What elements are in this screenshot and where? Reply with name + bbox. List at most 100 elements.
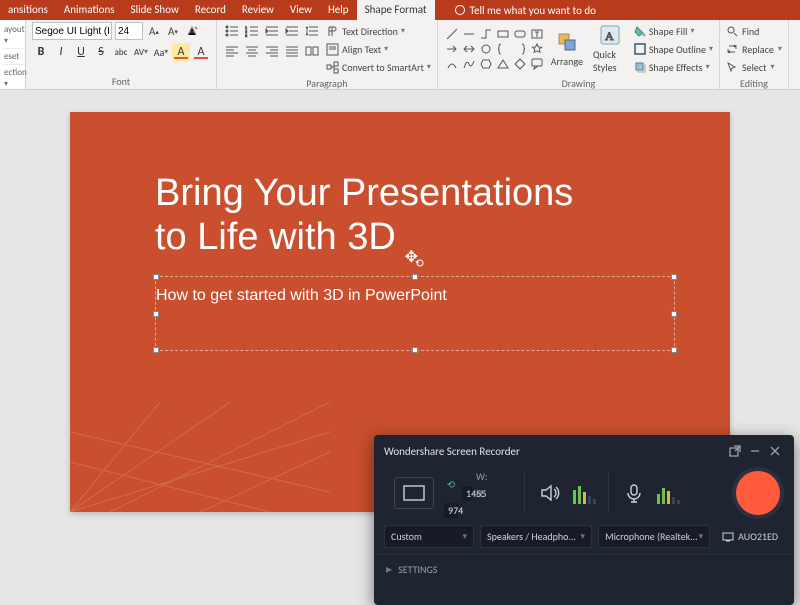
h-label: H: (476, 487, 512, 500)
find-button[interactable]: Find (726, 22, 782, 40)
tab-review[interactable]: Review (234, 0, 282, 20)
underline-button[interactable]: U (72, 43, 90, 61)
decrease-font-icon[interactable]: A▾ (165, 22, 181, 40)
bullets-button[interactable] (223, 22, 241, 40)
record-button[interactable] (736, 471, 780, 515)
reset-item[interactable]: eset (2, 49, 25, 65)
recorder-titlebar[interactable]: Wondershare Screen Recorder (374, 435, 794, 467)
resize-handle-mr[interactable] (671, 311, 677, 317)
shape-textbox-icon[interactable] (529, 27, 545, 41)
change-case-button[interactable]: Aa▾ (152, 43, 170, 61)
svg-text:3: 3 (245, 34, 247, 38)
shape-rect-icon[interactable] (495, 27, 511, 41)
justify-button[interactable] (283, 42, 301, 60)
slide-title[interactable]: Bring Your Presentations to Life with 3D (155, 172, 573, 259)
preset-dropdown[interactable]: Custom▾ (384, 525, 474, 548)
shape-callout-icon[interactable] (529, 57, 545, 71)
height-value[interactable]: 974 (444, 503, 458, 518)
shape-brace-icon[interactable] (495, 42, 511, 56)
shape-freeform-icon[interactable] (461, 57, 477, 71)
strike-button[interactable]: S (92, 43, 110, 61)
shape-brace2-icon[interactable] (512, 42, 528, 56)
increase-font-icon[interactable]: A▴ (146, 22, 162, 40)
bold-button[interactable]: B (32, 43, 50, 61)
align-text-button[interactable]: Align Text ▾ (326, 40, 431, 58)
mic-device-dropdown[interactable]: Microphone (Realtek...▾ (598, 525, 710, 548)
shape-triangle-icon[interactable] (495, 57, 511, 71)
resize-handle-tl[interactable] (153, 274, 159, 280)
tab-slide-show[interactable]: Slide Show (123, 0, 187, 20)
font-size-select[interactable] (115, 22, 143, 40)
align-center-button[interactable] (243, 42, 261, 60)
section-item[interactable]: ection ▾ (2, 65, 25, 92)
shape-rrect-icon[interactable] (512, 27, 528, 41)
shape-doublearrow-icon[interactable] (461, 42, 477, 56)
align-right-button[interactable] (263, 42, 281, 60)
shape-star-icon[interactable] (529, 42, 545, 56)
screen-recorder-window[interactable]: Wondershare Screen Recorder W:1455 ⟲H:97… (374, 435, 794, 605)
resize-handle-bm[interactable] (412, 347, 418, 353)
shape-diamond-icon[interactable] (512, 57, 528, 71)
shape-hexagon-icon[interactable] (478, 57, 494, 71)
shape-elbow-icon[interactable] (478, 27, 494, 41)
minimize-icon[interactable] (746, 442, 764, 460)
arrange-button[interactable]: Arrange (546, 29, 588, 70)
shape-outline-button[interactable]: Shape Outline ▾ (634, 40, 713, 58)
italic-button[interactable]: I (52, 43, 70, 61)
display-selector[interactable]: AUO21ED (716, 526, 784, 547)
replace-button[interactable]: Replace ▾ (726, 40, 782, 58)
text-direction-button[interactable]: Text Direction ▾ (326, 22, 431, 40)
popout-icon[interactable] (726, 442, 744, 460)
shape-line-icon[interactable] (444, 27, 460, 41)
shape-circle-icon[interactable] (478, 42, 494, 56)
clear-formatting-icon[interactable] (184, 22, 200, 40)
tab-transitions[interactable]: ansitions (0, 0, 56, 20)
tab-record[interactable]: Record (187, 0, 234, 20)
capture-region-button[interactable] (394, 477, 434, 509)
resize-handle-ml[interactable] (153, 311, 159, 317)
resize-handle-br[interactable] (671, 347, 677, 353)
slide-layout-rail: ayout ▾ eset ection ▾ (0, 20, 26, 89)
tell-me-search[interactable]: Tell me what you want to do (447, 0, 604, 20)
settings-expander[interactable]: ▶SETTINGS (374, 554, 794, 584)
speaker-device-dropdown[interactable]: Speakers / Headpho...▾ (480, 525, 592, 548)
layout-item[interactable]: ayout ▾ (2, 22, 25, 49)
tab-view[interactable]: View (282, 0, 320, 20)
font-color-button[interactable]: A (192, 43, 210, 61)
shape-connector-icon[interactable] (444, 57, 460, 71)
resize-handle-tr[interactable] (671, 274, 677, 280)
numbering-button[interactable]: 123 (243, 22, 261, 40)
slide-canvas[interactable]: Bring Your Presentations to Life with 3D… (0, 90, 800, 527)
align-left-button[interactable] (223, 42, 241, 60)
shape-line2-icon[interactable] (461, 27, 477, 41)
select-button[interactable]: Select ▾ (726, 58, 782, 76)
mic-toggle-icon[interactable] (621, 480, 647, 506)
speaker-toggle-icon[interactable] (537, 480, 563, 506)
convert-smartart-button[interactable]: Convert to SmartArt ▾ (326, 58, 431, 76)
subtitle-placeholder-selected[interactable]: ✥ How to get started with 3D in PowerPoi… (155, 276, 675, 351)
speaker-vu-meter (573, 482, 596, 504)
line-spacing-button[interactable] (303, 22, 321, 40)
width-value[interactable]: 1455 (462, 486, 472, 501)
slide-subtitle[interactable]: How to get started with 3D in PowerPoint (156, 287, 447, 305)
shape-effects-button[interactable]: Shape Effects ▾ (634, 58, 713, 76)
shape-fill-button[interactable]: Shape Fill ▾ (634, 22, 713, 40)
tab-shape-format[interactable]: Shape Format (357, 0, 435, 20)
lock-aspect-icon[interactable]: ⟲ (444, 478, 458, 491)
shapes-gallery[interactable] (444, 27, 545, 71)
rotate-handle-icon[interactable] (414, 257, 426, 269)
resize-handle-bl[interactable] (153, 347, 159, 353)
shape-arrow-icon[interactable] (444, 42, 460, 56)
resize-handle-tm[interactable] (412, 274, 418, 280)
font-family-select[interactable] (32, 22, 112, 40)
close-icon[interactable] (766, 442, 784, 460)
columns-button[interactable] (303, 42, 321, 60)
char-spacing-button[interactable]: AV▾ (132, 43, 150, 61)
highlight-button[interactable]: A (172, 43, 190, 61)
increase-indent-button[interactable] (283, 22, 301, 40)
tab-help[interactable]: Help (320, 0, 357, 20)
decrease-indent-button[interactable] (263, 22, 281, 40)
text-shadow-button[interactable]: abc (112, 43, 130, 61)
tab-animations[interactable]: Animations (56, 0, 123, 20)
quick-styles-button[interactable]: A Quick Styles (589, 22, 631, 76)
